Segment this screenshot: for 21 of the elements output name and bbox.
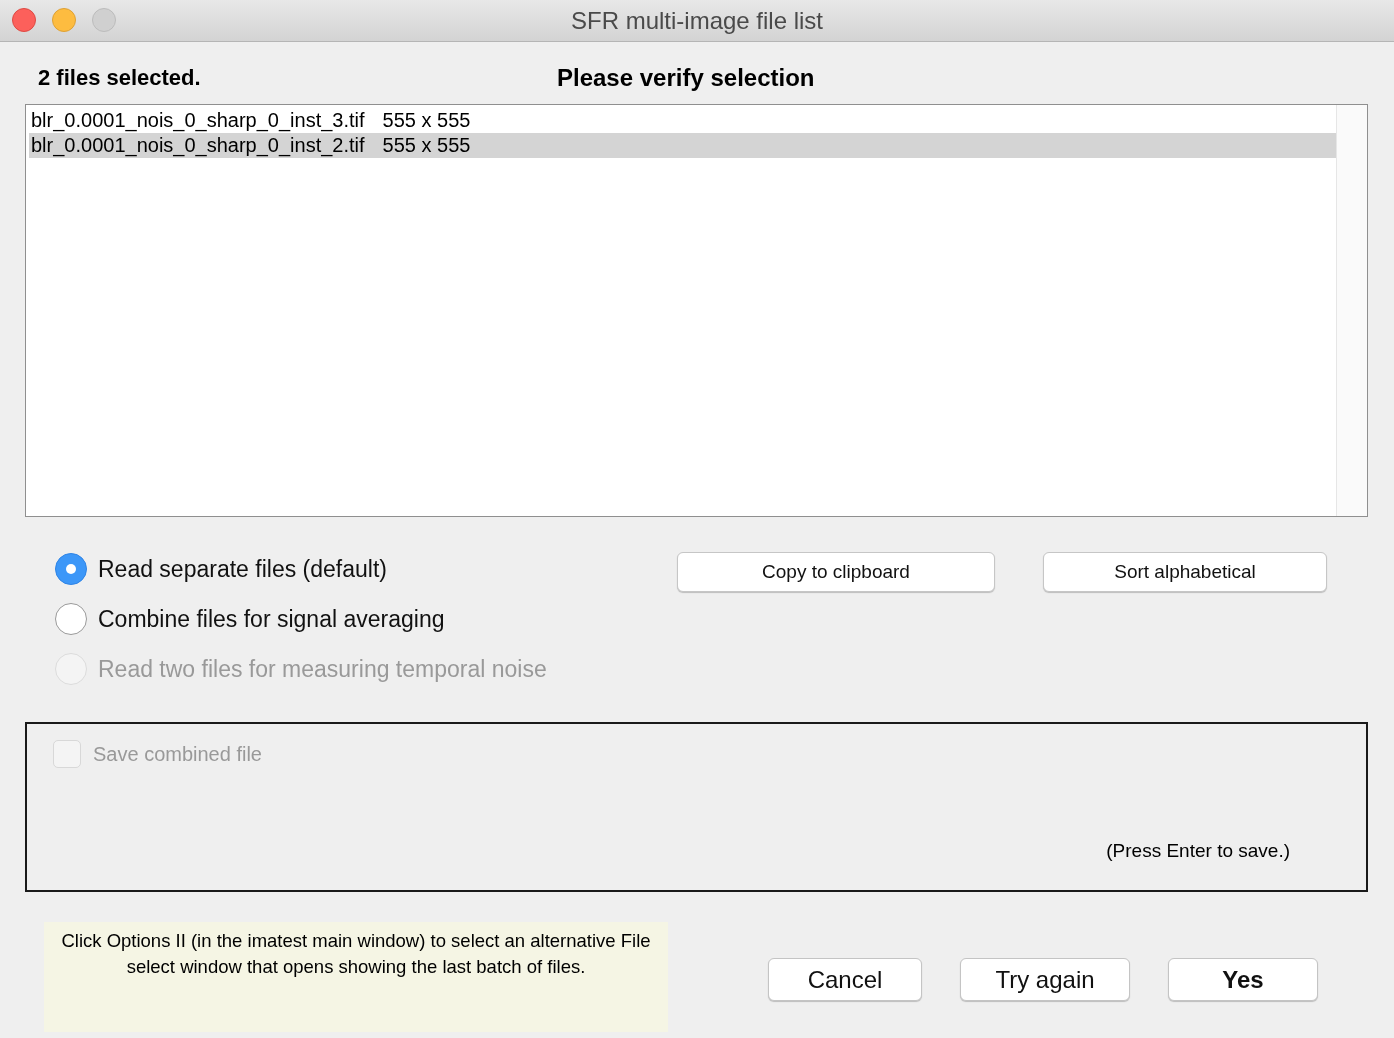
info-note: Click Options II (in the imatest main window) to select an alternative File select window that opens showing the last batch of files. [44,922,668,1032]
close-icon[interactable] [12,8,36,32]
dialog-button[interactable]: Cancel [768,958,922,1001]
radio-label: Read separate files (default) [98,555,387,583]
sort-button[interactable]: Sort alphabetical [1043,552,1327,592]
window-title: SFR multi-image file list [570,6,823,35]
radio-label: Read two files for measuring temporal noise [98,655,547,683]
dialog-button[interactable]: Try again [960,958,1130,1001]
file-row[interactable]: blr_0.0001_nois_0_sharp_0_inst_2.tif 555 x 555 [29,133,1336,158]
radio-label: Combine files for signal averaging [98,605,445,633]
zoom-icon[interactable] [92,8,116,32]
file-count: 2 files selected. [38,65,202,91]
minimize-icon[interactable] [52,8,76,32]
save-hint: (Press Enter to save.) [1106,840,1290,862]
file-row[interactable]: blr_0.0001_nois_0_sharp_0_inst_3.tif 555 x 555 [29,108,1336,133]
radio-button[interactable] [55,553,87,585]
default-button[interactable]: Yes [1168,958,1318,1001]
checkbox-label: Save combined file [93,742,262,766]
radio-button[interactable] [55,603,87,635]
prompt-heading: Please verify selection [557,64,815,92]
copy-button[interactable]: Copy to clipboard [677,552,995,592]
